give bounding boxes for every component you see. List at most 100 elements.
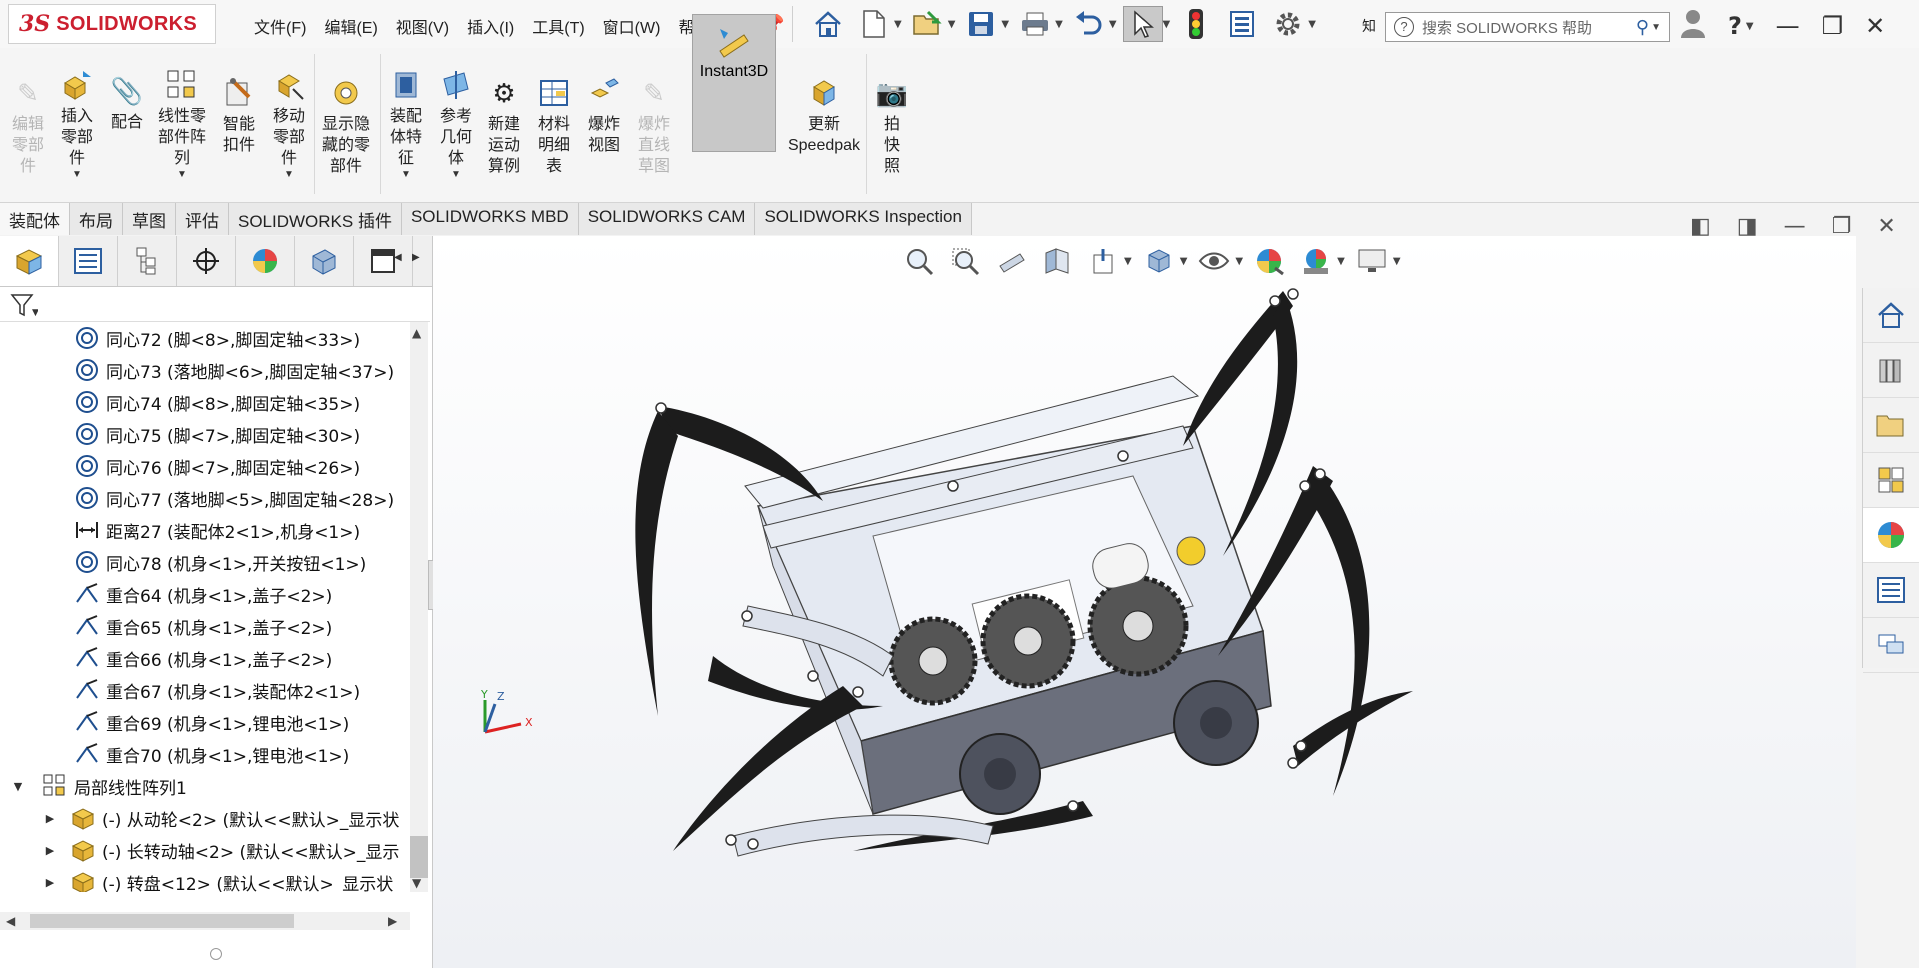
minimize-icon[interactable]: — [1776, 12, 1800, 40]
minimize-doc-icon[interactable]: — [1784, 214, 1806, 239]
assembly-features-button[interactable]: 装配体特征 ▼ [384, 68, 428, 181]
tree-folder-row[interactable]: ▼ 局部线性阵列1 [0, 770, 410, 802]
tree-row[interactable]: 同心78 (机身<1>,开关按钮<1>) [0, 546, 410, 578]
close-icon[interactable]: ✕ [1865, 12, 1885, 40]
undo-icon[interactable] [1069, 6, 1109, 42]
display-style-icon[interactable] [1140, 244, 1178, 278]
robot-assembly-model[interactable] [433, 236, 1856, 968]
traffic-light-icon[interactable] [1176, 6, 1216, 42]
custom-properties-icon[interactable] [1863, 563, 1919, 618]
new-motion-study-button[interactable]: ⚙ 新建运动算例 [484, 76, 524, 177]
chevron-down-icon[interactable]: ▼ [1746, 21, 1754, 32]
file-explorer-icon[interactable] [1863, 398, 1919, 453]
tab-inspection[interactable]: SOLIDWORKS Inspection [755, 203, 972, 235]
filter-icon[interactable]: ▼ [10, 293, 39, 321]
tab-addins[interactable]: SOLIDWORKS 插件 [229, 203, 402, 235]
chevron-down-icon[interactable]: ▼ [1124, 256, 1132, 267]
tab-cam[interactable]: SOLIDWORKS CAM [578, 203, 756, 235]
move-component-button[interactable]: 移动零部件 ▼ [270, 68, 308, 181]
tree-row[interactable]: 距离27 (装配体2<1>,机身<1>) [0, 514, 410, 546]
collapsed-chevron-icon[interactable]: ▶ [40, 876, 60, 889]
reference-geometry-button[interactable]: 参考几何体 ▼ [434, 68, 478, 181]
menu-tools[interactable]: 工具(T) [530, 12, 586, 40]
solidworks-logo[interactable]: 3S SOLIDWORKS [8, 4, 216, 44]
display-manager-tab-icon[interactable] [236, 236, 295, 286]
view-orientation-icon[interactable] [1084, 244, 1122, 278]
expanded-chevron-icon[interactable]: ▼ [8, 780, 28, 793]
chevron-down-icon[interactable]: ▼ [72, 169, 82, 181]
chevron-down-icon[interactable]: ▼ [1163, 19, 1171, 30]
tree-row[interactable]: 重合64 (机身<1>,盖子<2>) [0, 578, 410, 610]
edit-component-button[interactable]: ✎ 编辑零部件 [10, 76, 46, 177]
chevron-down-icon[interactable]: ▼ [1393, 256, 1401, 267]
tree-row[interactable]: 重合70 (机身<1>,锂电池<1>) [0, 738, 410, 770]
help-icon[interactable]: ? [1728, 12, 1742, 40]
chevron-down-icon[interactable]: ▼ [1337, 256, 1345, 267]
close-doc-icon[interactable]: ✕ [1877, 214, 1895, 239]
zoom-to-area-icon[interactable] [946, 244, 984, 278]
mate-button[interactable]: 📎 配合 [108, 74, 146, 133]
tree-row[interactable]: 同心77 (落地脚<5>,脚固定轴<28>) [0, 482, 410, 514]
exploded-view-button[interactable]: 爆炸视图 [584, 76, 624, 156]
tree-vertical-scrollbar[interactable] [410, 322, 428, 892]
menu-insert[interactable]: 插入(I) [465, 12, 516, 40]
tree-row[interactable]: 同心76 (脚<7>,脚固定轴<26>) [0, 450, 410, 482]
menu-window[interactable]: 窗口(W) [601, 12, 663, 40]
print-icon[interactable] [1015, 6, 1055, 42]
chevron-down-icon[interactable]: ▼ [1308, 19, 1316, 30]
tree-row[interactable]: 重合67 (机身<1>,装配体2<1>) [0, 674, 410, 706]
options-gear-icon[interactable] [1268, 6, 1308, 42]
restore-doc-icon[interactable]: ❐ [1832, 214, 1852, 239]
chevron-down-icon[interactable]: ▼ [284, 169, 294, 181]
tree-row[interactable]: 重合69 (机身<1>,锂电池<1>) [0, 706, 410, 738]
scroll-left-icon[interactable]: ◀ [6, 914, 15, 928]
tab-layout[interactable]: 布局 [70, 203, 123, 235]
instant3d-button[interactable]: Instant3D [692, 14, 776, 152]
file-properties-icon[interactable] [1222, 6, 1262, 42]
chevron-down-icon[interactable]: ▼ [1109, 19, 1117, 30]
chevron-down-icon[interactable]: ▼ [1055, 19, 1063, 30]
tab-sketch[interactable]: 草图 [123, 203, 176, 235]
tile-left-icon[interactable]: ◧ [1690, 214, 1711, 239]
tree-row[interactable]: ▶ (-) 长转动轴<2> (默认<<默认>_显示 [0, 834, 410, 866]
menu-edit[interactable]: 编辑(E) [322, 12, 379, 40]
search-icon[interactable]: ⚲ [1636, 17, 1649, 38]
tree-row[interactable]: 同心73 (落地脚<6>,脚固定轴<37>) [0, 354, 410, 386]
panel-resize-grip[interactable] [210, 948, 222, 960]
chevron-down-icon[interactable]: ▼ [1001, 19, 1009, 30]
scroll-up-icon[interactable]: ▲ [412, 326, 421, 340]
show-hidden-components-button[interactable]: 显示隐藏的零部件 [318, 76, 374, 177]
collapsed-chevron-icon[interactable]: ▶ [40, 844, 60, 857]
tree-row[interactable]: 同心75 (脚<7>,脚固定轴<30>) [0, 418, 410, 450]
feature-tree-tab-icon[interactable] [0, 236, 59, 286]
home-icon[interactable] [808, 6, 848, 42]
save-icon[interactable] [961, 6, 1001, 42]
apply-scene-icon[interactable] [1297, 244, 1335, 278]
tab-mbd[interactable]: SOLIDWORKS MBD [401, 203, 579, 235]
tab-scroll-left-icon[interactable]: ◀ [394, 252, 402, 263]
solidworks-resources-icon[interactable] [1863, 288, 1919, 343]
tab-scroll-right-icon[interactable]: ▶ [412, 252, 420, 263]
chevron-down-icon[interactable]: ▼ [1235, 256, 1243, 267]
appearances-icon[interactable] [1863, 508, 1919, 563]
view-settings-icon[interactable] [1353, 244, 1391, 278]
scroll-down-icon[interactable]: ▼ [412, 876, 421, 890]
chevron-down-icon[interactable]: ▼ [1651, 22, 1661, 33]
collapsed-chevron-icon[interactable]: ▶ [40, 812, 60, 825]
tree-row[interactable]: ▶ (-) 转盘<12> (默认<<默认>_显示状 [0, 866, 410, 892]
smart-fasteners-button[interactable]: 智能扣件 [220, 76, 258, 156]
chevron-down-icon[interactable]: ▼ [451, 169, 461, 181]
graphics-area[interactable]: Y Z X [433, 236, 1856, 968]
dimxpert-tab-icon[interactable] [177, 236, 236, 286]
vertical-scroll-thumb[interactable] [410, 836, 428, 878]
insert-component-button[interactable]: 插入零部件 ▼ [58, 68, 96, 181]
bill-of-materials-button[interactable]: 材料明细表 [534, 76, 574, 177]
tree-row[interactable]: 同心74 (脚<8>,脚固定轴<35>) [0, 386, 410, 418]
edit-appearance-icon[interactable] [1251, 244, 1289, 278]
chevron-down-icon[interactable]: ▼ [401, 169, 411, 181]
design-library-icon[interactable] [1863, 343, 1919, 398]
linear-pattern-button[interactable]: 线性零部件阵列 ▼ [154, 68, 210, 181]
chevron-down-icon[interactable]: ▼ [894, 19, 902, 30]
view-palette-icon[interactable] [1863, 453, 1919, 508]
previous-view-icon[interactable] [992, 244, 1030, 278]
